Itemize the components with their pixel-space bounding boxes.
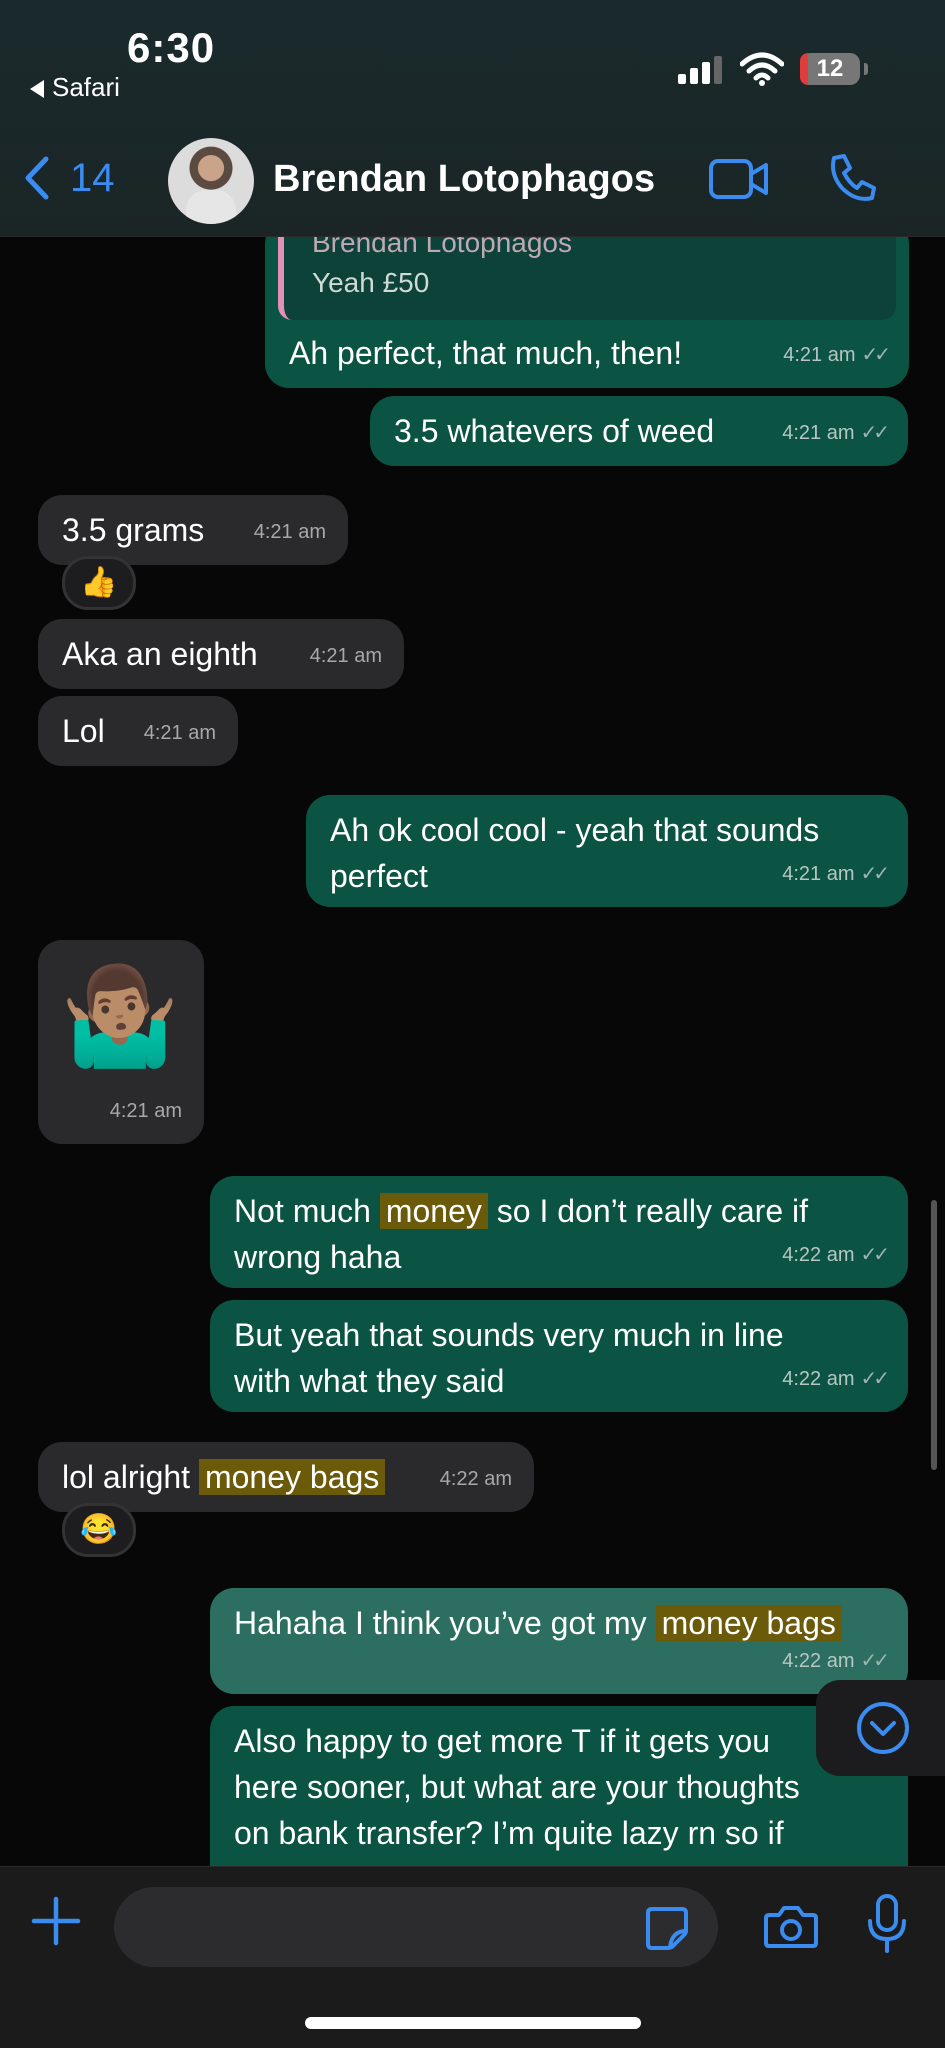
search-highlight: money bags: [198, 1459, 386, 1495]
quoted-text: Yeah £50: [312, 267, 430, 298]
chevron-left-icon: [25, 156, 49, 200]
search-highlight: money: [379, 1193, 488, 1229]
scrollbar[interactable]: [931, 1200, 937, 1470]
message-text: But yeah that sounds very much in line w…: [234, 1312, 784, 1404]
message-text: Ah perfect, that much, then!: [289, 335, 683, 371]
message-bubble-in[interactable]: Aka an eighth 4:21 am: [38, 619, 404, 689]
video-call-icon[interactable]: [708, 158, 770, 205]
message-meta: 4:22 am ✓✓: [782, 1638, 890, 1684]
read-receipt-icon: ✓✓: [860, 1244, 889, 1266]
text-segment: Hahaha I think you’ve got my: [234, 1605, 656, 1641]
message-meta: 4:21 am ✓✓: [782, 410, 890, 456]
message-text: Also happy to get more T if it gets you …: [234, 1718, 800, 1856]
composer-bar: [0, 1866, 945, 2048]
message-time: 4:22 am: [782, 1244, 855, 1266]
back-triangle-icon: [30, 80, 44, 99]
back-app-label: Safari: [52, 72, 120, 102]
message-bubble-out[interactable]: Ah ok cool cool - yeah that sounds perfe…: [306, 795, 908, 907]
plus-icon[interactable]: [30, 1895, 82, 1952]
reaction-badge[interactable]: 👍: [62, 556, 136, 610]
read-receipt-icon: ✓✓: [861, 344, 890, 366]
message-meta: 4:21 am ✓✓: [782, 851, 890, 897]
text-segment: Not much: [234, 1193, 380, 1229]
camera-icon[interactable]: [763, 1903, 819, 1954]
message-line: here sooner, but what are your thoughts: [234, 1769, 800, 1805]
message-meta: 4:22 am ✓✓: [782, 1232, 890, 1278]
message-line: But yeah that sounds very much in line: [234, 1317, 784, 1353]
read-receipt-icon: ✓✓: [860, 1368, 889, 1390]
message-bubble-in[interactable]: 3.5 grams 4:21 am: [38, 495, 348, 565]
avatar-body: [186, 190, 236, 224]
microphone-icon[interactable]: [866, 1893, 908, 1960]
message-text: 3.5 whatevers of weed: [394, 413, 715, 449]
message-bubble-out[interactable]: But yeah that sounds very much in line w…: [210, 1300, 908, 1412]
message-text: 3.5 grams: [62, 512, 205, 548]
message-text: lol alright money bags: [62, 1454, 386, 1500]
text-segment: so I don’t really care if: [487, 1193, 809, 1229]
shrug-emoji: 🤷🏽‍♂️: [60, 963, 180, 1070]
signal-icon: [678, 56, 726, 84]
battery-level: 12: [816, 55, 844, 82]
message-bubble-out[interactable]: Not much money so I don’t really care if…: [210, 1176, 908, 1288]
text-segment: lol alright: [62, 1459, 199, 1495]
read-receipt-icon: ✓✓: [860, 422, 889, 444]
message-time: 4:21 am: [253, 521, 326, 543]
read-receipt-icon: ✓✓: [860, 863, 889, 885]
message-time: 4:21 am: [782, 422, 855, 444]
message-meta: 4:21 am ✓✓: [783, 332, 891, 378]
message-line: Ah ok cool cool - yeah that sounds: [330, 812, 820, 848]
status-time: 6:30: [127, 24, 216, 71]
phone-call-icon[interactable]: [826, 152, 878, 209]
scroll-to-bottom-button[interactable]: [816, 1680, 945, 1776]
battery-tip: [864, 63, 868, 75]
top-bar: 6:30 Safari 12 14 Brendan Lotophagos: [0, 0, 945, 237]
message-line: with what they said: [234, 1363, 505, 1399]
message-bubble-out-highlighted[interactable]: Hahaha I think you’ve got my money bags …: [210, 1588, 908, 1694]
message-line: on bank transfer? I’m quite lazy rn so i…: [234, 1815, 784, 1851]
message-bubble-in[interactable]: 🤷🏽‍♂️ 4:21 am: [38, 940, 204, 1144]
message-time: 4:21 am: [783, 344, 856, 366]
battery-icon: 12: [800, 53, 868, 85]
message-time: 4:22 am: [782, 1368, 855, 1390]
read-receipt-icon: ✓✓: [860, 1650, 889, 1672]
avatar[interactable]: [168, 138, 254, 224]
message-bubble-in[interactable]: Lol 4:21 am: [38, 696, 238, 766]
battery-low-fill: [800, 53, 808, 85]
message-text: Hahaha I think you’ve got my money bags: [234, 1600, 842, 1646]
message-text: Ah ok cool cool - yeah that sounds perfe…: [330, 807, 819, 899]
message-text: Lol: [62, 713, 105, 749]
message-bubble-out[interactable]: 3.5 whatevers of weed 4:21 am ✓✓: [370, 396, 908, 466]
message-line: Not much money so I don’t really care if: [234, 1188, 808, 1234]
message-line: perfect: [330, 858, 428, 894]
message-time: 4:22 am: [782, 1650, 855, 1672]
search-highlight: money bags: [655, 1605, 842, 1641]
message-bubble-in[interactable]: lol alright money bags 4:22 am: [38, 1442, 534, 1512]
back-button[interactable]: 14: [20, 155, 115, 201]
message-time: 4:22 am: [439, 1468, 512, 1490]
message-text: Aka an eighth: [62, 636, 258, 672]
message-time: 4:21 am: [782, 863, 855, 885]
message-meta: 4:22 am ✓✓: [782, 1356, 890, 1402]
message-line: Also happy to get more T if it gets you: [234, 1723, 770, 1759]
message-input[interactable]: [114, 1887, 718, 1967]
unread-count: 14: [70, 155, 115, 200]
message-time: 4:21 am: [309, 645, 382, 667]
reaction-badge[interactable]: 😂: [62, 1503, 136, 1557]
message-time: 4:21 am: [143, 722, 216, 744]
chevron-down-circle-icon: [857, 1702, 909, 1754]
chat-screen: 6:30 Safari 12 14 Brendan Lotophagos Bre…: [0, 0, 945, 2048]
back-to-app-link[interactable]: Safari: [30, 72, 120, 103]
message-bubble-out[interactable]: Brendan Lotophagos Yeah £50 Ah perfect, …: [265, 220, 909, 388]
home-indicator[interactable]: [305, 2017, 641, 2029]
message-time: 4:21 am: [109, 1100, 182, 1122]
message-text: Not much money so I don’t really care if…: [234, 1188, 808, 1280]
wifi-icon: [739, 52, 785, 91]
sticker-icon[interactable]: [644, 1905, 690, 1956]
contact-name[interactable]: Brendan Lotophagos: [273, 158, 655, 201]
message-line: wrong haha: [234, 1239, 402, 1275]
